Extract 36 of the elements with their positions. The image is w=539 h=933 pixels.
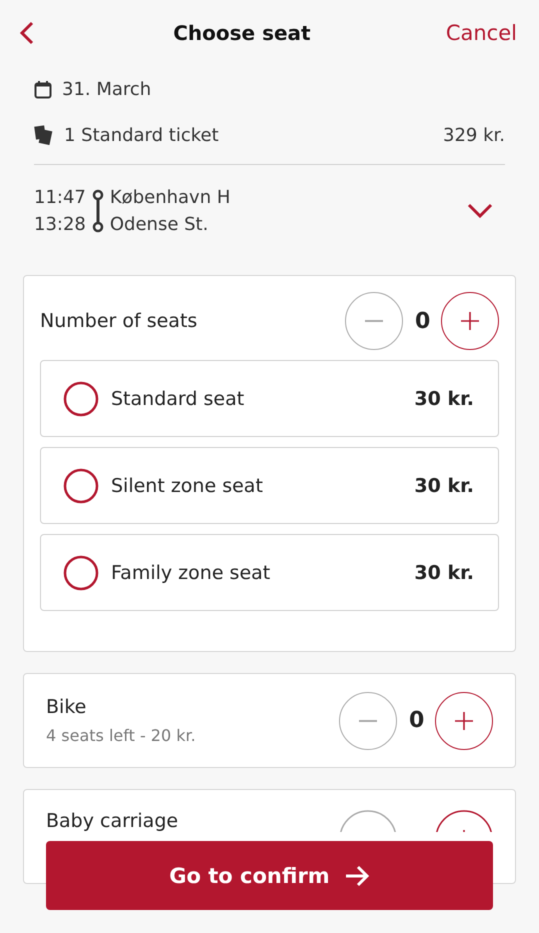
increment-button[interactable] bbox=[435, 810, 493, 832]
seat-option-price: 30 kr. bbox=[414, 388, 474, 410]
seat-option-label: Silent zone seat bbox=[111, 474, 264, 496]
seat-option[interactable]: Family zone seat 30 kr. bbox=[40, 534, 499, 611]
arrival-time: 13:28 bbox=[34, 214, 86, 235]
seat-option-price: 30 kr. bbox=[414, 474, 474, 496]
seats-label: Number of seats bbox=[40, 310, 198, 332]
seat-option[interactable]: Standard seat 30 kr. bbox=[40, 360, 499, 437]
minus-icon bbox=[365, 320, 383, 322]
count-value: 0 bbox=[415, 308, 429, 334]
extra-label: Baby carriage bbox=[46, 810, 180, 832]
extra-detail: 4 seats left - 20 kr. bbox=[46, 726, 197, 745]
departure-time: 11:47 bbox=[34, 187, 86, 208]
ticket-price: 329 kr. bbox=[443, 124, 505, 146]
count-value: 0 bbox=[409, 708, 423, 733]
tickets-icon bbox=[34, 125, 54, 145]
confirm-button[interactable]: Go to confirm bbox=[46, 841, 493, 910]
extra-label: Bike bbox=[46, 696, 88, 718]
arrival-station: Odense St. bbox=[110, 214, 210, 235]
minus-icon bbox=[359, 720, 377, 722]
cancel-button[interactable]: Cancel bbox=[446, 21, 517, 45]
route-icon bbox=[92, 189, 104, 233]
plus-icon bbox=[455, 712, 473, 730]
chevron-icon bbox=[467, 203, 493, 219]
seat-option-label: Family zone seat bbox=[111, 562, 272, 584]
calendar-icon bbox=[34, 80, 52, 98]
seat-option[interactable]: Silent zone seat 30 kr. bbox=[40, 447, 499, 524]
plus-icon bbox=[461, 312, 479, 330]
page-title: Choose seat bbox=[173, 21, 311, 45]
travel-date: 31. March bbox=[62, 78, 152, 100]
seat-option-price: 30 kr. bbox=[414, 562, 474, 584]
seat-option-label: Standard seat bbox=[111, 388, 246, 410]
arrow-icon bbox=[344, 864, 370, 886]
ticket-summary: 1 Standard ticket bbox=[64, 124, 219, 146]
back-icon bbox=[20, 21, 34, 45]
departure-station: København H bbox=[110, 187, 230, 208]
